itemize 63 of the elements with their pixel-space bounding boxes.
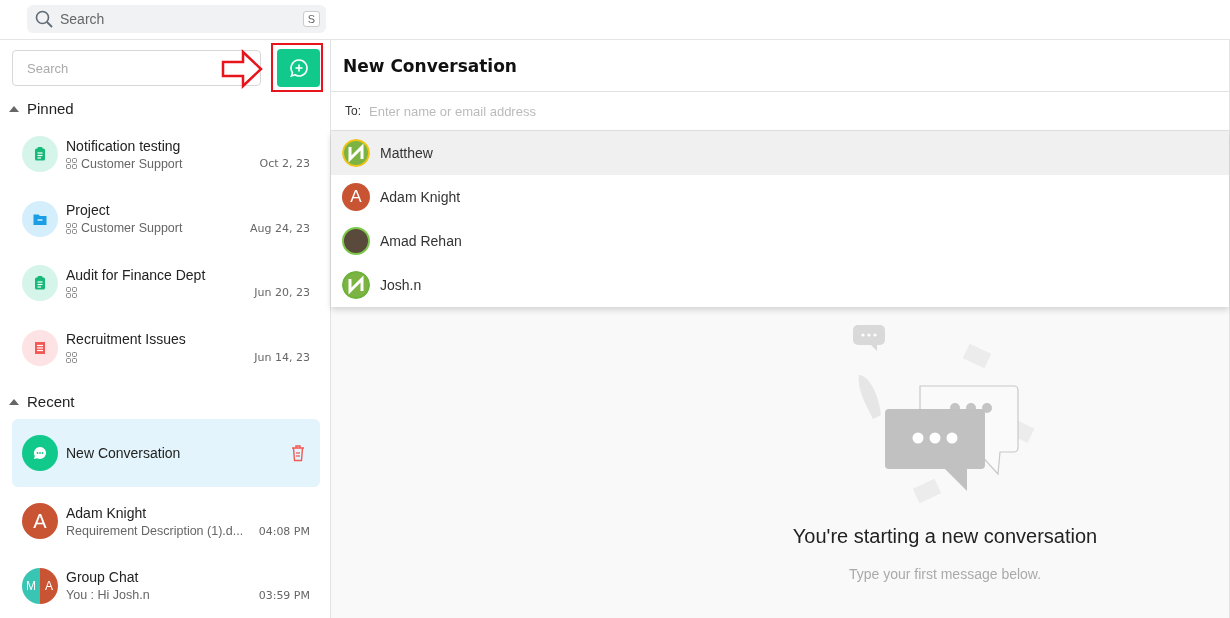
logo-avatar bbox=[342, 139, 370, 167]
empty-state-heading: You're starting a new conversation bbox=[792, 525, 1098, 548]
chat-bubble-icon bbox=[32, 444, 48, 461]
recipient-field[interactable]: To: Enter name or email address bbox=[331, 92, 1229, 131]
avatar: A bbox=[342, 183, 370, 211]
clipboard-icon bbox=[32, 146, 48, 163]
contact-option[interactable]: Matthew bbox=[331, 131, 1229, 175]
contact-name: Amad Rehan bbox=[380, 233, 462, 249]
shortcut-key: S bbox=[302, 11, 320, 27]
grid-icon bbox=[66, 287, 77, 299]
contact-name: Adam Knight bbox=[380, 189, 461, 205]
contact-option[interactable]: Amad Rehan bbox=[331, 219, 1229, 263]
conversation-item[interactable]: Audit for Finance Dept Jun 20, 23 bbox=[12, 250, 320, 316]
section-toggle[interactable]: Recent bbox=[9, 391, 320, 412]
timestamp: Aug 24, 23 bbox=[250, 221, 310, 235]
conversation-subtitle: Customer Support bbox=[81, 221, 183, 236]
conversation-item[interactable]: Recruitment Issues Jun 14, 23 bbox=[12, 315, 320, 380]
contact-name: Josh.n bbox=[380, 277, 422, 293]
search-input[interactable]: Search bbox=[58, 10, 298, 28]
trash-icon bbox=[290, 443, 306, 462]
search-field[interactable]: Search bbox=[12, 50, 262, 86]
clipboard-icon bbox=[32, 275, 48, 292]
avatar: A bbox=[22, 503, 58, 540]
timestamp: 04:08 PM bbox=[258, 524, 310, 538]
logo-avatar bbox=[342, 271, 370, 299]
delete-button[interactable] bbox=[290, 443, 306, 462]
conversation-item[interactable]: Notification testing Customer Support Oct 2, 23 bbox=[12, 121, 320, 187]
chat-plus-icon bbox=[288, 58, 309, 78]
timestamp: 03:59 PM bbox=[258, 589, 310, 603]
conversation-title: Audit for Finance Dept bbox=[66, 266, 207, 283]
conversation-title: Recruitment Issues bbox=[66, 331, 187, 348]
section-toggle[interactable]: Pinned bbox=[9, 99, 320, 119]
conversation-title: New Conversation bbox=[66, 444, 182, 461]
search-field[interactable]: Search S bbox=[27, 5, 326, 33]
contact-option[interactable]: Josh.n bbox=[331, 263, 1229, 307]
conversation-item[interactable]: A Adam Knight Requirement Description (1).d... 04:08 PM bbox=[12, 489, 320, 554]
empty-state-hint: Type your first message below. bbox=[848, 566, 1042, 582]
conversation-subtitle: Requirement Description (1).d... bbox=[66, 523, 244, 538]
conversation-subtitle: You : Hi Josh.n bbox=[66, 588, 150, 603]
conversation-item[interactable]: New Conversation bbox=[12, 418, 320, 488]
recipient-input[interactable]: Enter name or email address bbox=[367, 102, 1229, 120]
arrow-icon bbox=[221, 49, 263, 89]
conversation-title: Notification testing bbox=[66, 137, 182, 154]
new-chat-button[interactable] bbox=[277, 49, 320, 87]
timestamp: Jun 20, 23 bbox=[254, 286, 310, 300]
timestamp: Oct 2, 23 bbox=[259, 157, 310, 171]
search-icon bbox=[35, 10, 53, 28]
grid-icon bbox=[66, 158, 77, 170]
receipt-icon bbox=[32, 339, 48, 356]
contact-name: Matthew bbox=[380, 145, 433, 161]
conversation-title: Group Chat bbox=[66, 569, 140, 586]
conversation-title: New Conversation bbox=[343, 55, 517, 76]
contact-option[interactable]: A Adam Knight bbox=[331, 175, 1229, 219]
highlight-box bbox=[271, 43, 323, 92]
conversation-title: Project bbox=[66, 202, 111, 219]
conversation-title: Adam Knight bbox=[66, 504, 148, 521]
conversation-item[interactable]: Project Customer Support Aug 24, 23 bbox=[12, 186, 320, 251]
to-label: To: bbox=[345, 104, 361, 118]
conversation-subtitle: Customer Support bbox=[81, 156, 183, 171]
timestamp: Jun 14, 23 bbox=[254, 350, 310, 364]
grid-icon bbox=[66, 222, 77, 234]
grid-icon bbox=[66, 351, 77, 363]
photo-placeholder bbox=[342, 227, 370, 255]
